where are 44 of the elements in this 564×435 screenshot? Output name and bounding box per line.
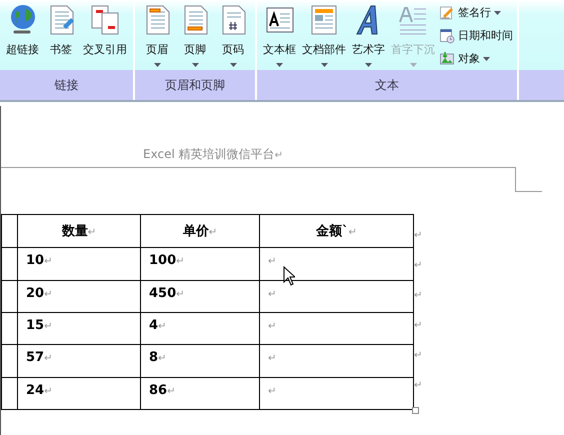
ribbon-button[interactable]: 签名行: [439, 2, 513, 23]
row-end-mark: ↵: [414, 230, 422, 242]
table-cell: ↵: [260, 312, 414, 345]
row-end-mark: ↵: [414, 320, 422, 332]
table-cell: 15↵: [18, 312, 140, 345]
mouse-pointer-icon: [283, 266, 295, 286]
ribbon-button[interactable]: 文本框: [261, 0, 298, 70]
table-cell: 8↵: [140, 344, 260, 378]
ribbon-button[interactable]: 页眉: [139, 0, 175, 70]
ribbon-button[interactable]: 对象: [439, 48, 513, 69]
object-icon: [439, 50, 455, 66]
table-cell: 57↵: [18, 344, 140, 378]
row-end-mark: ↵: [414, 260, 422, 272]
group-label: 文本: [374, 76, 400, 94]
row-end-mark: ↵: [414, 380, 422, 392]
table-cell: ↵: [260, 344, 414, 378]
table-cell: ↵: [260, 377, 414, 410]
row-end-mark: ↵: [414, 350, 422, 362]
ribbon-button[interactable]: 日期和时间: [439, 25, 513, 46]
header-cell: 单价↵: [140, 214, 260, 248]
table-cell: 20↵: [18, 280, 140, 313]
group-label: 页眉和页脚: [164, 76, 226, 94]
table-cell: 86↵: [140, 377, 260, 410]
table-cell: 450↵: [140, 280, 260, 313]
table-cell: 100↵: [140, 248, 260, 280]
header-text: Excel 精英培训微信平台↵: [143, 146, 283, 163]
table-cell: 10↵: [18, 248, 140, 280]
ribbon-button[interactable]: 页脚: [177, 0, 213, 70]
ribbon-button[interactable]: 交叉引用: [81, 0, 129, 70]
cross-reference-icon: [89, 4, 121, 36]
ribbon-button[interactable]: 超链接: [4, 0, 41, 70]
ribbon-button[interactable]: 文档部件: [300, 0, 348, 70]
ribbon-button[interactable]: 书签: [43, 0, 79, 70]
header-cell: 金额`↵: [260, 214, 414, 248]
group-label: 链接: [54, 76, 80, 94]
table-cell: 4↵: [140, 312, 260, 345]
table-resize-handle[interactable]: [412, 407, 419, 414]
ribbon-button[interactable]: 艺术字: [350, 0, 387, 70]
calendar-clock-icon: [439, 28, 455, 44]
ribbon-button[interactable]: 页码: [215, 0, 251, 70]
row-end-mark: ↵: [414, 290, 422, 302]
drop-cap-icon: [397, 4, 429, 36]
table-cell: 24↵: [18, 377, 140, 410]
header-cell: 数量↵: [18, 214, 140, 248]
